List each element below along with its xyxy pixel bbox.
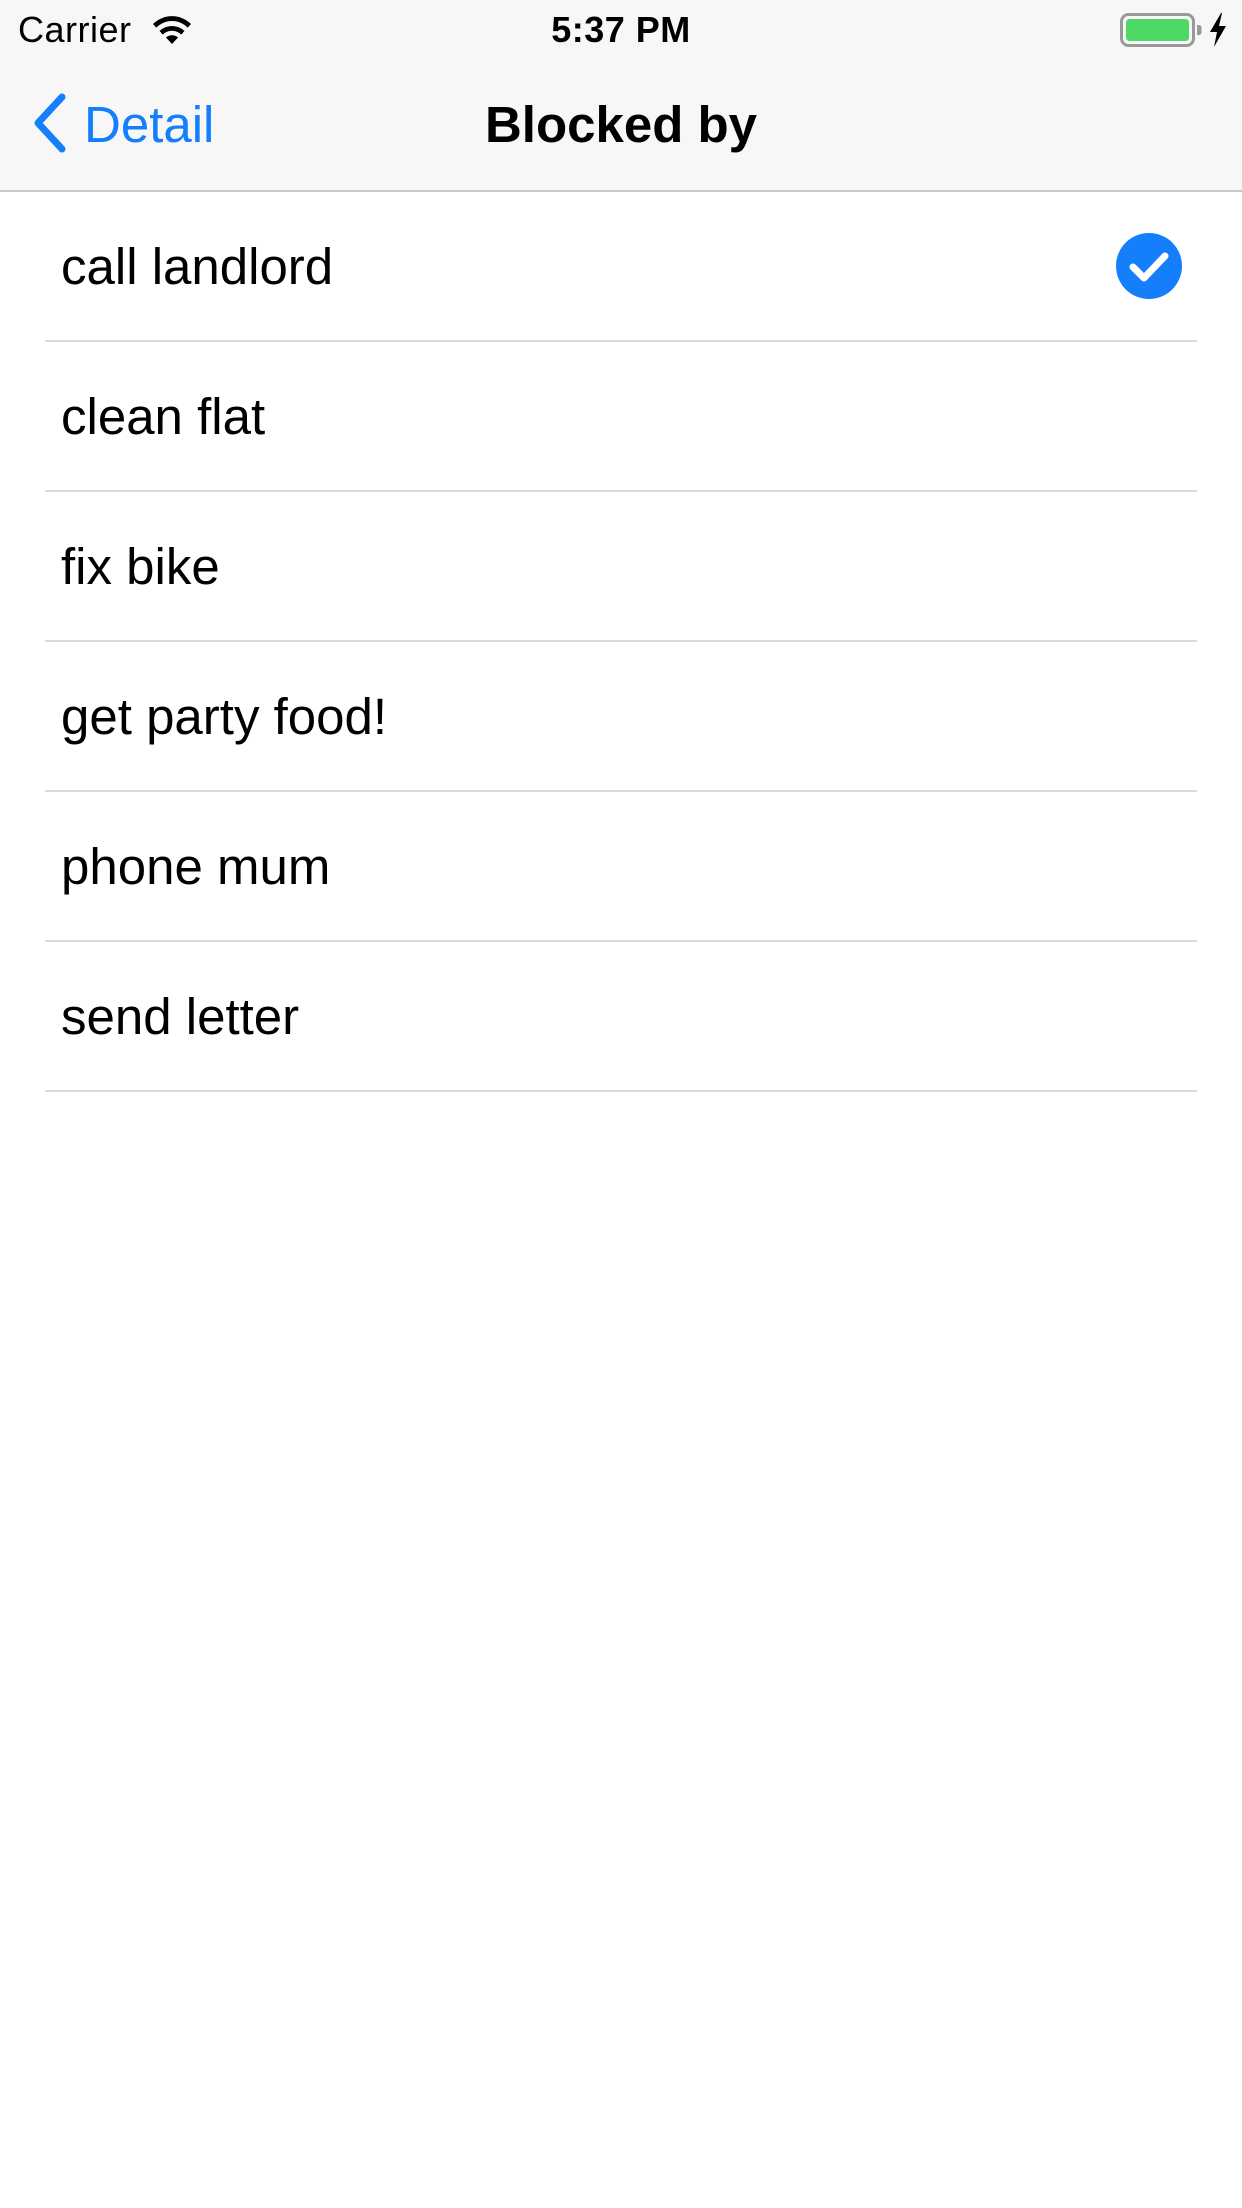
- battery-icon: [1120, 13, 1202, 47]
- list-item[interactable]: phone mum: [0, 792, 1242, 942]
- screen: Carrier 5:37 PM Detail Blocked by call l…: [0, 0, 1242, 2208]
- list-item-label: fix bike: [61, 538, 220, 595]
- list-item[interactable]: get party food!: [0, 642, 1242, 792]
- blocked-by-list: call landlord clean flat fix bike get pa…: [0, 192, 1242, 1092]
- list-item-label: get party food!: [61, 688, 388, 745]
- list-item[interactable]: send letter: [0, 942, 1242, 1092]
- list-item-label: phone mum: [61, 838, 331, 895]
- list-item[interactable]: call landlord: [0, 192, 1242, 342]
- page-title: Blocked by: [484, 96, 758, 153]
- status-bar: Carrier 5:37 PM: [0, 0, 1242, 60]
- charging-icon: [1207, 12, 1229, 48]
- navigation-bar: Detail Blocked by: [0, 60, 1242, 192]
- top-bar: Carrier 5:37 PM Detail Blocked by: [0, 0, 1242, 192]
- list-item-label: call landlord: [61, 238, 334, 295]
- checkmark-circle-icon: [1115, 232, 1183, 300]
- list-item[interactable]: clean flat: [0, 342, 1242, 492]
- list-item[interactable]: fix bike: [0, 492, 1242, 642]
- clock: 5:37 PM: [551, 9, 691, 50]
- list-item-label: send letter: [61, 988, 300, 1045]
- list-item-label: clean flat: [61, 388, 266, 445]
